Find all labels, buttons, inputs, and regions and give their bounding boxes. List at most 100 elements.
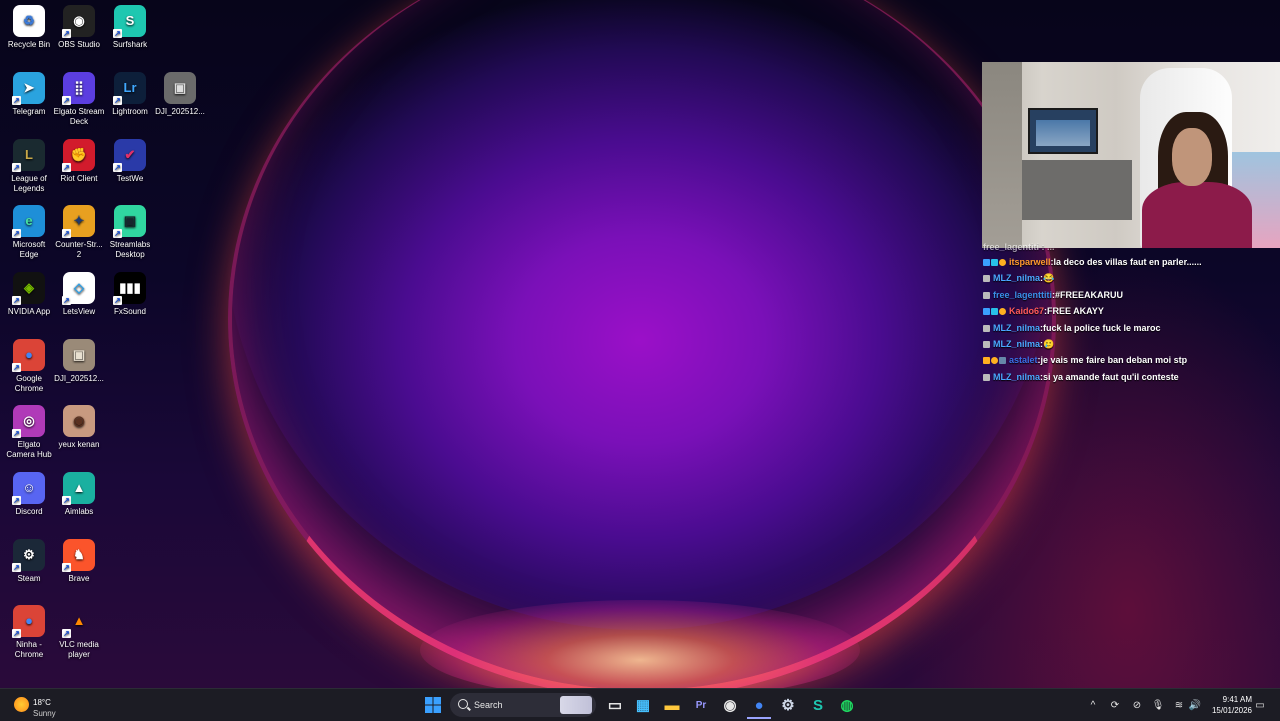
taskbar-steam-icon[interactable]: ⚙ [776, 693, 800, 717]
desktop-icon-elgato-camera-hub[interactable]: ◎ ↗ Elgato Camera Hub [3, 405, 55, 460]
nvidia-app-icon: ◈ ↗ [12, 272, 45, 305]
notification-bell-icon[interactable]: ▭ [1252, 693, 1268, 717]
chat-badge-icon [983, 373, 990, 381]
chevron-up-icon[interactable]: ^ [1084, 693, 1102, 717]
desktop-icon-discord[interactable]: ☺ ↗ Discord [3, 472, 55, 517]
weather-condition: Sunny [33, 709, 56, 718]
desktop-icon-fxsound[interactable]: ▮▮▮ ↗ FxSound [104, 272, 156, 317]
testwe-icon: ✔ ↗ [113, 139, 146, 172]
chat-text: fuck la police fuck le maroc [1043, 322, 1161, 333]
taskbar-premiere-icon[interactable]: Pr [689, 693, 713, 717]
taskbar-ms-store-icon[interactable]: ▦ [631, 693, 655, 717]
chat-username: MLZ_nilma [993, 273, 1041, 284]
desktop-icon-vlc-media-player[interactable]: ▲ ↗ VLC media player [53, 605, 105, 660]
shortcut-arrow-icon: ↗ [62, 96, 71, 105]
camera-off-icon[interactable]: ⊘ [1128, 693, 1146, 717]
ninha-chrome-icon: ● ↗ [12, 605, 45, 638]
shortcut-arrow-icon: ↗ [113, 229, 122, 238]
search-label: Search [474, 700, 503, 710]
desktop-icon-dji-1[interactable]: ▣ DJI_202512... [154, 72, 206, 117]
chat-text: FREE AKAYY [1047, 306, 1104, 317]
taskbar-spotify-icon[interactable]: ◍ [835, 693, 859, 717]
chat-text: si ya amande faut qu'il conteste [1043, 371, 1179, 382]
windows-icon [425, 697, 441, 713]
elgato-camera-hub-icon: ◎ ↗ [12, 405, 45, 438]
taskbar-obs-icon[interactable]: ◉ [718, 693, 742, 717]
taskbar-chrome-icon[interactable]: ● [747, 693, 771, 719]
google-chrome-icon: ● ↗ [12, 339, 45, 372]
taskbar-task-view-icon[interactable]: ▭ [603, 693, 627, 717]
desktop-icon-recycle-bin[interactable]: ♻ Recycle Bin [3, 5, 55, 50]
desktop-icon-elgato-stream-deck[interactable]: ⣿ ↗ Elgato Stream Deck [53, 72, 105, 127]
desktop-icon-brave[interactable]: ♞ ↗ Brave [53, 539, 105, 584]
chat-username: MLZ_nilma [993, 339, 1041, 349]
desktop-icon-counter-strike-2[interactable]: ✦ ↗ Counter-Str... 2 [53, 205, 105, 260]
streamlabs-desktop-icon: ▣ ↗ [113, 205, 146, 238]
surfshark-icon: S ↗ [113, 5, 146, 38]
desktop-icon-surfshark[interactable]: S ↗ Surfshark [104, 5, 156, 50]
desktop-icon-aimlabs[interactable]: ▲ ↗ Aimlabs [53, 472, 105, 517]
taskbar-search[interactable]: Search [450, 693, 596, 717]
desktop-icon-microsoft-edge[interactable]: e ↗ Microsoft Edge [3, 205, 55, 260]
desktop-icon-label: Recycle Bin [7, 40, 51, 49]
webcam-overlay [982, 62, 1280, 248]
chat-username: MLZ_nilma [993, 371, 1041, 382]
desktop-icon-streamlabs-desktop[interactable]: ▣ ↗ Streamlabs Desktop [104, 205, 156, 260]
shortcut-arrow-icon: ↗ [12, 429, 21, 438]
desktop-icon-league-of-legends[interactable]: L ↗ League of Legends [3, 139, 55, 194]
desktop-icon-nvidia-app[interactable]: ◈ ↗ NVIDIA App [3, 272, 55, 317]
sun-icon [14, 697, 29, 712]
chat-badge-icon [991, 357, 998, 365]
recycle-bin-icon: ♻ [13, 5, 45, 37]
shortcut-arrow-icon: ↗ [113, 29, 122, 38]
counter-strike-2-icon: ✦ ↗ [62, 205, 95, 238]
taskbar-file-explorer-icon[interactable]: ▬ [660, 693, 684, 717]
league-of-legends-icon: L ↗ [12, 139, 45, 172]
desktop-icon-label: Streamlabs Desktop [109, 240, 151, 259]
desktop-icon-label: DJI_202512... [155, 107, 205, 116]
shortcut-arrow-icon: ↗ [12, 229, 21, 238]
shortcut-arrow-icon: ↗ [113, 163, 122, 172]
weather-widget[interactable]: 18°C Sunny [12, 693, 82, 718]
desktop-icon-dji-2[interactable]: ▣ DJI_202512... [53, 339, 105, 384]
desktop-icon-steam[interactable]: ⚙ ↗ Steam [3, 539, 55, 584]
desktop-icon-letsview[interactable]: ◇ ↗ LetsView [53, 272, 105, 317]
desktop-icon-label: Google Chrome [14, 374, 44, 393]
desktop-icon-telegram[interactable]: ➤ ↗ Telegram [3, 72, 55, 117]
webcam-streamer-body [1142, 182, 1252, 248]
vlc-media-player-icon: ▲ ↗ [62, 613, 86, 638]
chat-badge-icon [983, 259, 990, 266]
chat-username: MLZ_nilma [993, 322, 1041, 333]
chat-text: je vais me faire ban deban moi stp [1040, 355, 1188, 366]
microsoft-edge-icon: e ↗ [12, 205, 45, 238]
desktop-icon-ninha-chrome[interactable]: ● ↗ Ninha - Chrome [3, 605, 55, 660]
chat-username: astalet [1009, 355, 1038, 366]
chat-text: 🥲 [1043, 339, 1055, 349]
desktop-icon-label: Lightroom [112, 107, 148, 116]
taskbar-surfshark-icon[interactable]: S [806, 693, 830, 717]
desktop-icon-lightroom[interactable]: Lr ↗ Lightroom [104, 72, 156, 117]
shortcut-arrow-icon: ↗ [113, 96, 122, 105]
start-button[interactable] [421, 693, 445, 717]
steam-icon: ⚙ ↗ [12, 539, 45, 572]
desktop-icon-label: Surfshark [112, 40, 148, 49]
shortcut-arrow-icon: ↗ [62, 563, 71, 572]
desktop-icon-testwe[interactable]: ✔ ↗ TestWe [104, 139, 156, 184]
lightroom-icon: Lr ↗ [113, 72, 146, 105]
desktop-icon-label: FxSound [113, 307, 147, 316]
system-clock[interactable]: 9:41 AM 15/01/2026 [1204, 694, 1252, 716]
desktop-icon-obs-studio[interactable]: ◉ ↗ OBS Studio [53, 5, 105, 50]
desktop-icon-google-chrome[interactable]: ● ↗ Google Chrome [3, 339, 55, 394]
chat-message: MLZ_nilma : 😂 [983, 271, 1054, 286]
volume-icon[interactable]: 🔊 [1186, 693, 1204, 717]
chat-message: astalet : je vais me faire ban deban moi… [983, 353, 1187, 368]
sync-icon[interactable]: ⟳ [1106, 693, 1124, 717]
microphone-icon[interactable]: 🎙 [1149, 693, 1167, 717]
shortcut-arrow-icon: ↗ [12, 96, 21, 105]
chat-badge-icon [983, 341, 990, 348]
desktop-icon-label: VLC media player [59, 640, 99, 659]
chat-badge-icon [999, 357, 1006, 365]
desktop-icon-riot-client[interactable]: ✊ ↗ Riot Client [53, 139, 105, 184]
desktop-icon-yeux-kenan[interactable]: ◉ yeux kenan [53, 405, 105, 450]
chat-username: itsparwell [1009, 257, 1051, 267]
